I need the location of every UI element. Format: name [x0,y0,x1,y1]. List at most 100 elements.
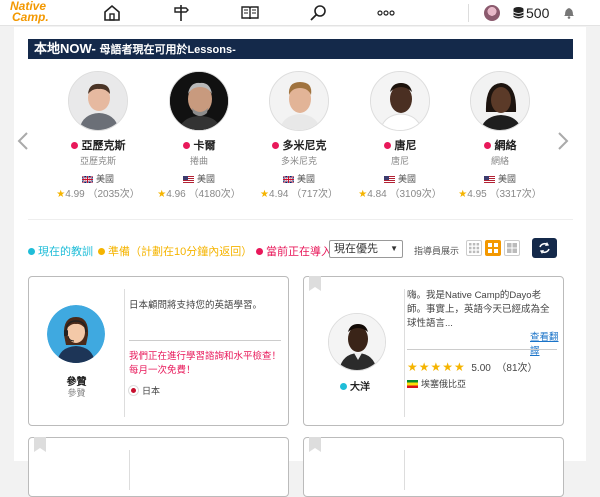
teacher-photo [370,71,430,131]
status-dot-importing [383,142,391,149]
carousel-next-icon[interactable] [556,131,570,151]
teacher-card[interactable]: 網絡 網絡 美國 ★4.95 （3317次） [455,71,545,200]
teacher-rating: ★4.95 （3317次） [458,189,542,200]
counselor-description: 日本顧問將支持您的英語學習。 [129,300,263,311]
teacher-card[interactable]: 唐尼 唐尼 美國 ★4.84 （3109次） [355,71,445,200]
card-divider [404,289,405,417]
bookmark-icon[interactable] [308,437,322,453]
teacher-intro: 嗨。我是Native Camp的Dayo老師。事實上，英語今天已經成為全球性語言… [407,290,550,329]
counselor-avatar [47,305,105,363]
native-camp-logo[interactable]: Native Camp. [10,0,49,24]
card-divider [129,450,130,490]
us-flag-icon [383,176,395,183]
search-icon[interactable] [308,3,328,23]
teacher-photo [328,313,386,371]
us-flag-icon [182,176,194,183]
five-stars-icon: ★★★★★ [407,360,466,374]
status-dot-ready [98,248,105,255]
main-panel: 本地NOW- 母語者現在可用於Lessons- 亞歷克斯 亞歷克斯 美國 ★4.… [14,27,586,497]
refresh-button[interactable] [532,238,557,258]
counselor-country: 日本 [129,384,160,397]
teacher-rating: ★4.96 （4180次） [157,189,241,200]
teacher-rating: ★★★★★ 5.00 （81次） [407,360,538,374]
legend-now: 現在的教訓 [28,243,93,259]
status-dot-importing [271,142,279,149]
chevron-down-icon: ▼ [390,244,398,253]
display-mode-label: 指導員展示 [414,246,460,256]
status-dot-now [28,248,35,255]
bookmark-icon[interactable] [308,276,322,292]
teacher-rating: ★4.84 （3109次） [358,189,442,200]
teacher-alias: 多米尼克 [280,156,317,166]
teacher-photo [269,71,329,131]
top-navigation: Native Camp. 500 [0,0,600,26]
teacher-name: 大洋 [304,378,406,393]
star-icon: ★ [157,189,167,200]
counselor-card[interactable]: 參贊 參贊 日本顧問將支持您的英語學習。 我們正在進行學習諮詢和水平檢查！每月一… [28,276,289,426]
ethiopia-flag-icon [407,380,418,388]
view-grid-large-button[interactable] [504,240,520,256]
sort-select[interactable]: 現在優先 ▼ [329,240,403,258]
status-dot-importing [483,142,491,149]
teacher-detail-card[interactable] [303,437,564,497]
grid-small-icon [469,243,480,254]
carousel-prev-icon[interactable] [16,131,30,151]
grid-large-icon [507,243,517,253]
teacher-card[interactable]: 多米尼克 多米尼克 美國 ★4.94 （717次） [254,71,344,200]
bookmark-icon[interactable] [33,437,47,453]
teacher-country: 美國 [53,172,143,185]
teacher-country: 美國 [455,172,545,185]
teacher-detail-card[interactable]: 大洋 嗨。我是Native Camp的Dayo老師。事實上，英語今天已經成為全球… [303,276,564,426]
teacher-name: 亞歷克斯 [53,137,143,153]
native-now-banner: 本地NOW- 母語者現在可用於Lessons- [28,39,573,59]
signpost-icon[interactable] [171,3,191,23]
view-translation-link[interactable]: 查看翻譯 [530,329,563,357]
teacher-alias: 網絡 [490,156,509,166]
teacher-rating: ★4.99 （2035次） [56,189,140,200]
page-scrollbar[interactable] [588,27,600,461]
status-dot-importing [256,248,263,255]
home-icon[interactable] [102,3,122,23]
uk-flag-icon [282,176,294,183]
bell-icon[interactable] [563,5,575,19]
teacher-alias: 唐尼 [390,156,409,166]
teacher-country: 美國 [154,172,244,185]
teacher-name: 網絡 [455,137,545,153]
status-dot-importing [182,142,190,149]
star-icon: ★ [260,189,270,200]
nav-separator [468,4,469,22]
more-icon[interactable] [376,3,396,23]
status-dot-now [340,383,347,390]
teacher-card[interactable]: 亞歷克斯 亞歷克斯 美國 ★4.99 （2035次） [53,71,143,200]
view-grid-small-button[interactable] [466,240,482,256]
teacher-card[interactable]: 卡爾 捲曲 美國 ★4.96 （4180次） [154,71,244,200]
logo-line2: Camp. [12,10,49,24]
teacher-photo [470,71,530,131]
view-grid-medium-button[interactable] [485,240,501,256]
teacher-name: 唐尼 [355,137,445,153]
teacher-name: 多米尼克 [254,137,344,153]
teacher-name: 卡爾 [154,137,244,153]
status-dot-importing [70,142,78,149]
card-divider [124,289,125,417]
counselor-alias: 參贊 [67,388,86,398]
user-avatar[interactable] [484,5,500,21]
star-icon: ★ [358,189,368,200]
coin-stack-icon [513,7,524,19]
teacher-rating: ★4.94 （717次） [260,189,338,200]
teacher-country: 埃塞俄比亞 [407,377,466,390]
teacher-alias: 捲曲 [189,156,208,166]
points-balance: 500 [526,5,550,21]
book-icon[interactable] [240,3,260,23]
teacher-detail-card[interactable] [28,437,289,497]
legend-ready: 準備（計劃在10分鐘內返回） [98,243,252,259]
uk-flag-icon [81,176,93,183]
section-divider [28,219,573,220]
legend-importing: 當前正在導入 [256,243,332,259]
teacher-country: 美國 [355,172,445,185]
japan-flag-icon [129,386,138,395]
teacher-alias: 亞歷克斯 [79,156,116,166]
refresh-icon [539,242,550,254]
card-divider [404,450,405,490]
star-icon: ★ [458,189,468,200]
